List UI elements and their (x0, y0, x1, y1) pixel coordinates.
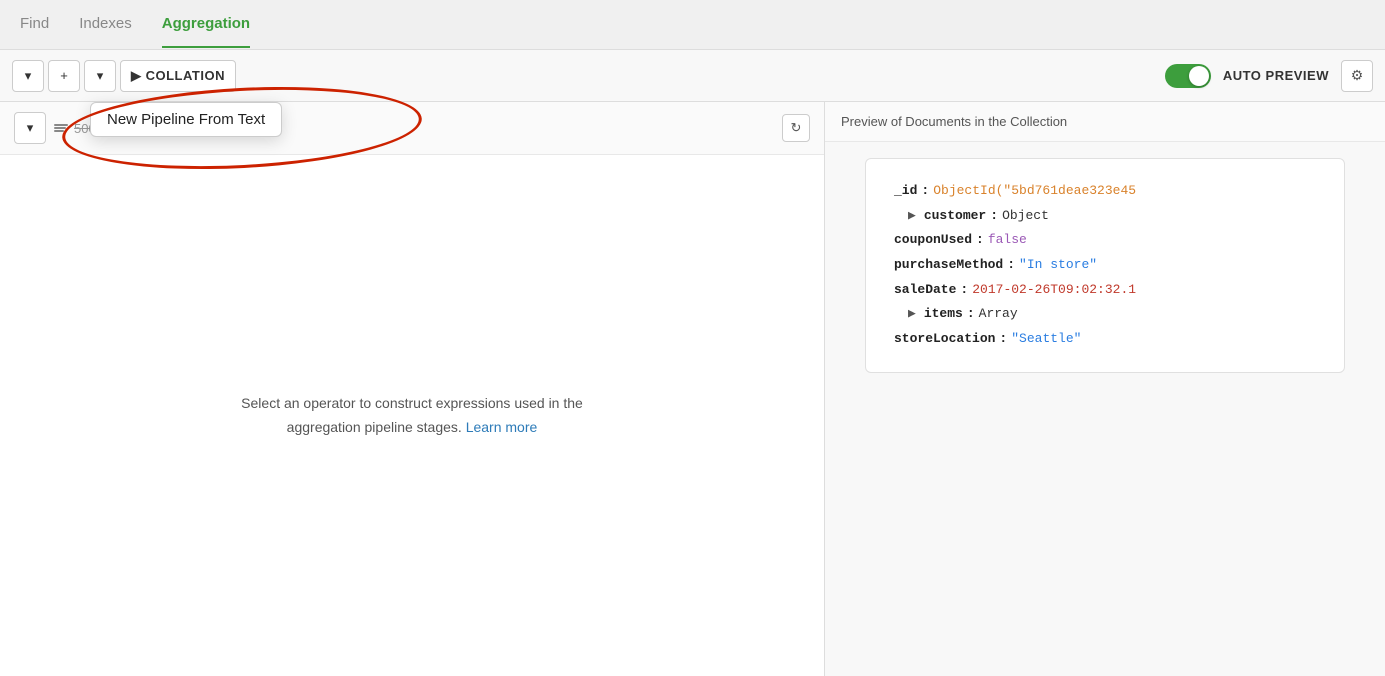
tab-find[interactable]: Find (20, 1, 49, 48)
document-card: _id : ObjectId("5bd761deae323e45 ▶ custo… (865, 158, 1345, 373)
collection-icon (54, 124, 68, 132)
doc-field-purchase: purchaseMethod : "In store" (894, 253, 1316, 278)
customer-key: customer (924, 204, 986, 229)
left-panel-body: Select an operator to construct expressi… (0, 155, 824, 676)
items-expand[interactable]: ▶ (908, 302, 916, 327)
saledate-key: saleDate (894, 278, 956, 303)
left-collapse-button[interactable]: ▾ (14, 112, 46, 144)
id-value: ObjectId("5bd761deae323e45 (933, 179, 1136, 204)
new-pipeline-dropdown[interactable]: New Pipeline From Text (90, 102, 282, 137)
right-panel-body: _id : ObjectId("5bd761deae323e45 ▶ custo… (825, 142, 1385, 676)
storelocation-key: storeLocation (894, 327, 995, 352)
left-panel: ▾ 5000 Documents in the Collection ↻ Sel… (0, 102, 825, 676)
doc-field-storelocation: storeLocation : "Seattle" (894, 327, 1316, 352)
tab-bar: Find Indexes Aggregation (0, 0, 1385, 50)
items-key: items (924, 302, 963, 327)
storelocation-value: "Seattle" (1011, 327, 1081, 352)
empty-state-text: Select an operator to construct expressi… (241, 392, 583, 440)
add-dropdown-button[interactable]: ▾ (84, 60, 116, 92)
purchase-key: purchaseMethod (894, 253, 1003, 278)
customer-expand[interactable]: ▶ (908, 204, 916, 229)
refresh-button[interactable]: ↻ (782, 114, 810, 142)
empty-state: Select an operator to construct expressi… (241, 392, 583, 440)
right-panel: Preview of Documents in the Collection _… (825, 102, 1385, 676)
doc-field-saledate: saleDate : 2017-02-26T09:02:32.1 (894, 278, 1316, 303)
purchase-value: "In store" (1019, 253, 1097, 278)
auto-preview-label: AUTO PREVIEW (1223, 68, 1329, 83)
doc-field-id: _id : ObjectId("5bd761deae323e45 (894, 179, 1316, 204)
right-panel-header: Preview of Documents in the Collection (825, 102, 1385, 142)
doc-field-coupon: couponUsed : false (894, 228, 1316, 253)
coupon-value: false (988, 228, 1027, 253)
tab-aggregation[interactable]: Aggregation (162, 1, 250, 48)
customer-value: Object (1002, 204, 1049, 229)
saledate-value: 2017-02-26T09:02:32.1 (972, 278, 1136, 303)
settings-button[interactable]: ⚙ (1341, 60, 1373, 92)
toolbar-right: AUTO PREVIEW ⚙ (1165, 60, 1373, 92)
id-key: _id (894, 179, 917, 204)
collapse-button[interactable]: ▾ (12, 60, 44, 92)
items-value: Array (979, 302, 1018, 327)
auto-preview-toggle[interactable] (1165, 64, 1211, 88)
tab-indexes[interactable]: Indexes (79, 1, 132, 48)
doc-field-items: ▶ items : Array (894, 302, 1316, 327)
main-content: ▾ 5000 Documents in the Collection ↻ Sel… (0, 102, 1385, 676)
learn-more-link[interactable]: Learn more (466, 419, 538, 435)
add-stage-button[interactable]: + (48, 60, 80, 92)
toolbar: ▾ + ▾ ▶ COLLATION AUTO PREVIEW ⚙ New Pip… (0, 50, 1385, 102)
collation-button[interactable]: ▶ COLLATION (120, 60, 236, 92)
coupon-key: couponUsed (894, 228, 972, 253)
doc-field-customer: ▶ customer : Object (894, 204, 1316, 229)
